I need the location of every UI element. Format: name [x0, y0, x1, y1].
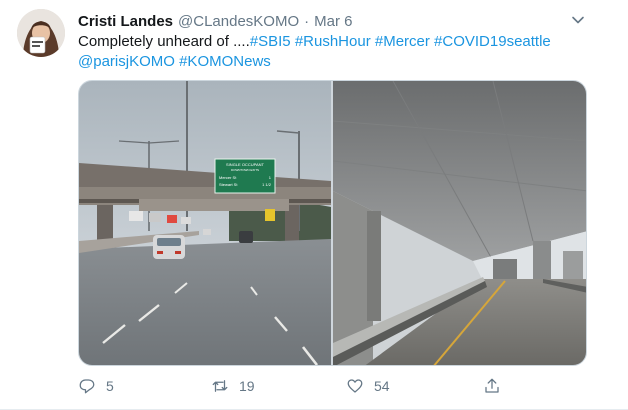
heart-icon — [347, 379, 363, 393]
retweet-icon — [212, 380, 228, 392]
author-name[interactable]: Cristi Landes — [78, 13, 173, 30]
tweet-text-prefix: Completely unheard of .... — [78, 33, 250, 50]
sign-exit-2: Stewart St — [219, 182, 238, 187]
tweet-text-line2: @parisjKOMO #KOMONews — [78, 52, 608, 72]
reply-button[interactable]: 5 — [78, 374, 114, 398]
author-handle[interactable]: @CLandesKOMO — [178, 13, 299, 30]
tweet-header: Cristi Landes @CLandesKOMO · Mar 6 — [78, 11, 352, 31]
chevron-down-icon[interactable] — [570, 12, 586, 28]
hashtag-link[interactable]: #SBI5 — [250, 33, 291, 50]
share-icon — [485, 378, 499, 393]
hashtag-link[interactable]: #RushHour — [295, 33, 371, 50]
like-count: 54 — [374, 378, 390, 394]
sign-exit-2-distance: 1 1/2 — [262, 182, 272, 187]
tweet-card[interactable]: Cristi Landes @CLandesKOMO · Mar 6 Compl… — [0, 0, 628, 410]
tweet-timestamp[interactable]: Mar 6 — [314, 13, 352, 30]
photo-under-bridge[interactable] — [333, 81, 586, 365]
sign-exit-1: Mercer St — [219, 175, 237, 180]
photo-highway-overpass[interactable]: SINGLE OCCUPANT DOWNTOWN EXITS Mercer St… — [79, 81, 331, 365]
separator-dot: · — [304, 12, 310, 30]
sign-line-1: SINGLE OCCUPANT — [226, 162, 264, 167]
reply-icon — [79, 379, 95, 394]
sign-line-2: DOWNTOWN EXITS — [231, 168, 259, 172]
like-button[interactable]: 54 — [346, 374, 390, 398]
hashtag-link[interactable]: #COVID19seattle — [434, 33, 551, 50]
reply-count: 5 — [106, 378, 114, 394]
tweet-media: SINGLE OCCUPANT DOWNTOWN EXITS Mercer St… — [78, 80, 587, 366]
tweet-text: Completely unheard of ....#SBI5 #RushHou… — [78, 32, 608, 72]
tweet-text-line1: Completely unheard of ....#SBI5 #RushHou… — [78, 32, 608, 52]
avatar[interactable] — [17, 9, 65, 57]
retweet-button[interactable]: 19 — [211, 374, 255, 398]
hashtag-link[interactable]: #Mercer — [375, 33, 430, 50]
mention-link[interactable]: @parisjKOMO — [78, 53, 175, 70]
retweet-count: 19 — [239, 378, 255, 394]
tweet-actions: 5 19 54 — [78, 374, 518, 398]
hashtag-link[interactable]: #KOMONews — [179, 53, 271, 70]
share-button[interactable] — [483, 374, 511, 398]
